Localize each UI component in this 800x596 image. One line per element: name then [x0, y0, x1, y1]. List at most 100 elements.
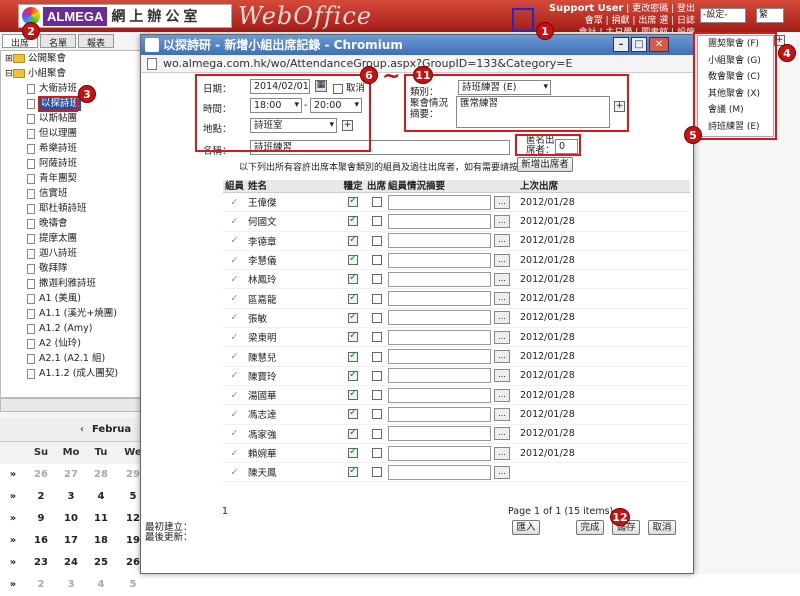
tree-item[interactable]: A1.1 (溪光+燒團): [1, 306, 149, 321]
tree-item[interactable]: A2.1 (A2.1 組): [1, 351, 149, 366]
tree-horizontal-scrollbar[interactable]: [0, 398, 150, 412]
tree-item[interactable]: 青年團契: [1, 171, 149, 186]
tree-root-public[interactable]: ⊞ 公開聚會: [1, 51, 149, 66]
member-summary-input[interactable]: [388, 271, 491, 287]
calendar-day[interactable]: 27: [56, 464, 86, 486]
calendar-day[interactable]: 2: [26, 486, 56, 508]
attend-checkbox[interactable]: [371, 216, 382, 227]
tree-item[interactable]: 大衛詩班: [1, 81, 149, 96]
calendar-week-selector[interactable]: »: [0, 552, 26, 574]
attend-checkbox[interactable]: [371, 370, 382, 381]
cancel-button[interactable]: 取消: [648, 520, 676, 535]
calendar-day[interactable]: 28: [86, 464, 116, 486]
maximize-icon[interactable]: □: [631, 37, 647, 52]
member-summary-more-button[interactable]: ...: [494, 330, 510, 344]
calendar-week-selector[interactable]: »: [0, 486, 26, 508]
fixed-checkbox[interactable]: [348, 292, 358, 304]
member-summary-more-button[interactable]: ...: [494, 369, 510, 383]
member-summary-input[interactable]: [388, 233, 491, 249]
calendar-day[interactable]: 2: [26, 574, 56, 596]
calendar-day[interactable]: 3: [56, 486, 86, 508]
member-summary-more-button[interactable]: ...: [494, 350, 510, 364]
tab-list[interactable]: 名單: [40, 34, 77, 49]
calendar-day[interactable]: 4: [86, 574, 116, 596]
settings-select[interactable]: -設定-: [700, 8, 746, 23]
attend-checkbox[interactable]: [371, 332, 382, 343]
member-summary-more-button[interactable]: ...: [494, 234, 510, 248]
nav-link-attendance[interactable]: 出席: [638, 16, 656, 26]
calendar-week-selector[interactable]: »: [0, 574, 26, 596]
attend-checkbox[interactable]: [371, 293, 382, 304]
calendar-day[interactable]: 17: [56, 530, 86, 552]
nav-link-select[interactable]: 選: [659, 16, 668, 26]
calendar-day[interactable]: 5: [116, 574, 150, 596]
member-summary-input[interactable]: [388, 310, 491, 326]
calendar-day[interactable]: 24: [56, 552, 86, 574]
member-summary-input[interactable]: [388, 445, 491, 461]
tab-reports[interactable]: 報表: [78, 34, 115, 49]
tree-item[interactable]: 以斯帖團: [1, 111, 149, 126]
tree-item[interactable]: A1.2 (Amy): [1, 321, 149, 336]
member-summary-input[interactable]: [388, 464, 491, 480]
member-summary-more-button[interactable]: ...: [494, 272, 510, 286]
tree-root-small-group[interactable]: ⊟ 小組聚會: [1, 66, 149, 81]
member-summary-more-button[interactable]: ...: [494, 311, 510, 325]
tree-item[interactable]: 迦八詩班: [1, 246, 149, 261]
member-summary-input[interactable]: [388, 349, 491, 365]
close-icon[interactable]: ✕: [649, 37, 669, 52]
attend-checkbox[interactable]: [371, 255, 382, 266]
calendar-week-selector[interactable]: »: [0, 530, 26, 552]
tree-item[interactable]: 敬拜隊: [1, 261, 149, 276]
attend-checkbox[interactable]: [371, 448, 382, 458]
tree-item[interactable]: 希樂詩班: [1, 141, 149, 156]
member-summary-more-button[interactable]: ...: [494, 388, 510, 402]
member-summary-more-button[interactable]: ...: [494, 253, 510, 267]
tree-item[interactable]: 信實班: [1, 186, 149, 201]
fixed-checkbox[interactable]: [348, 407, 358, 420]
fixed-checkbox[interactable]: [348, 330, 358, 343]
attend-checkbox[interactable]: [371, 312, 382, 323]
calendar-day[interactable]: 10: [56, 508, 86, 530]
tree-item[interactable]: 但以理團: [1, 126, 149, 141]
member-summary-input[interactable]: [388, 194, 491, 210]
calendar-day[interactable]: 25: [86, 552, 116, 574]
calendar-week-selector[interactable]: »: [0, 508, 26, 530]
fixed-checkbox[interactable]: [348, 253, 358, 266]
member-summary-input[interactable]: [388, 329, 491, 345]
member-summary-input[interactable]: [388, 291, 491, 307]
attend-checkbox[interactable]: [371, 351, 382, 362]
attend-checkbox[interactable]: [371, 409, 382, 420]
member-summary-more-button[interactable]: ...: [494, 427, 510, 441]
fixed-checkbox[interactable]: [348, 195, 358, 208]
fixed-checkbox[interactable]: [348, 369, 358, 381]
fixed-checkbox[interactable]: [348, 234, 358, 246]
calendar-day[interactable]: 11: [86, 508, 116, 530]
add-attendee-button[interactable]: 新增出席者: [517, 157, 573, 172]
calendar-day[interactable]: 4: [86, 486, 116, 508]
member-summary-input[interactable]: [388, 406, 491, 422]
fixed-checkbox[interactable]: [348, 214, 358, 227]
attend-checkbox[interactable]: [371, 197, 382, 208]
calendar-day[interactable]: 23: [26, 552, 56, 574]
fixed-checkbox[interactable]: [348, 465, 358, 478]
calendar-day[interactable]: 3: [56, 574, 86, 596]
fixed-checkbox[interactable]: [348, 350, 358, 362]
attend-checkbox[interactable]: [371, 235, 382, 246]
fixed-checkbox[interactable]: [348, 446, 358, 458]
nav-link-members[interactable]: 會眾: [585, 16, 603, 26]
fixed-checkbox[interactable]: [348, 272, 358, 285]
calendar-day[interactable]: 18: [86, 530, 116, 552]
tree-item[interactable]: 阿薩詩班: [1, 156, 149, 171]
fixed-checkbox[interactable]: [348, 311, 358, 323]
member-summary-input[interactable]: [388, 213, 491, 229]
tree-item[interactable]: 晚禱會: [1, 216, 149, 231]
calendar-week-selector[interactable]: »: [0, 464, 26, 486]
language-select[interactable]: 繁: [756, 8, 784, 23]
minimize-icon[interactable]: –: [613, 37, 629, 52]
done-button[interactable]: 完成: [576, 520, 604, 535]
member-summary-input[interactable]: [388, 426, 491, 442]
calendar-day[interactable]: 9: [26, 508, 56, 530]
member-summary-more-button[interactable]: ...: [494, 446, 510, 460]
attend-checkbox[interactable]: [371, 390, 382, 401]
tree-item[interactable]: 耶杜頓詩班: [1, 201, 149, 216]
